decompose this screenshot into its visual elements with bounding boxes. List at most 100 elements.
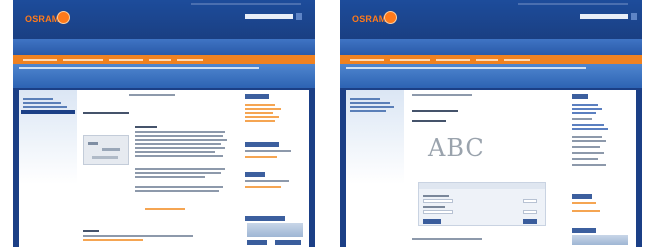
top-links[interactable]	[191, 3, 301, 5]
right-sidebar	[245, 90, 307, 247]
page-content	[19, 90, 309, 247]
sidebar-item[interactable]	[350, 110, 386, 112]
box-title	[572, 194, 592, 199]
text-line	[572, 136, 602, 138]
text-line	[135, 131, 225, 133]
form-field[interactable]	[523, 210, 537, 214]
header-bar: OSRAM	[13, 0, 315, 40]
header-banner	[340, 39, 642, 55]
text-line	[83, 235, 193, 237]
left-sidebar	[346, 90, 404, 247]
text-line	[135, 172, 221, 174]
nav-item[interactable]	[109, 58, 143, 61]
osram-logo[interactable]: OSRAM	[352, 14, 387, 24]
diagram-part	[88, 142, 98, 145]
text-line	[135, 135, 223, 137]
box-title	[245, 94, 269, 99]
form-field[interactable]	[423, 210, 453, 214]
submit-button[interactable]	[423, 219, 441, 224]
main-column	[81, 90, 241, 247]
sidebar-item[interactable]	[350, 102, 390, 104]
text-line	[135, 139, 227, 141]
page-meta	[129, 94, 175, 96]
text-line	[135, 155, 223, 157]
text-line	[245, 150, 291, 152]
sidebar-link[interactable]	[572, 112, 596, 114]
header-bar: OSRAM	[340, 0, 642, 40]
search-button[interactable]	[296, 13, 302, 20]
sidebar-link[interactable]	[572, 210, 600, 212]
text-line	[572, 118, 592, 120]
sidebar-link[interactable]	[245, 104, 275, 106]
left-sidebar	[19, 90, 77, 247]
sidebar-link[interactable]	[572, 104, 598, 106]
section-heading	[412, 120, 446, 122]
box-title	[572, 228, 596, 233]
sidebar-item[interactable]	[23, 102, 61, 104]
sidebar-link[interactable]	[572, 108, 602, 110]
nav-item[interactable]	[350, 58, 384, 61]
sidebar-link[interactable]	[245, 186, 281, 188]
text-line	[572, 158, 598, 160]
text-line	[135, 151, 215, 153]
breadcrumb[interactable]	[346, 67, 586, 69]
sidebar-item[interactable]	[350, 98, 380, 100]
search-input[interactable]	[580, 14, 628, 19]
sidebar-link[interactable]	[245, 116, 279, 118]
nav-item[interactable]	[390, 58, 430, 61]
nav-item[interactable]	[476, 58, 498, 61]
sidebar-item-active[interactable]	[21, 110, 75, 114]
text-line	[135, 190, 219, 192]
text-line	[135, 147, 225, 149]
sidebar-link[interactable]	[572, 128, 608, 130]
breadcrumb[interactable]	[19, 67, 259, 69]
text-line	[135, 168, 225, 170]
sidebar-item[interactable]	[23, 106, 67, 108]
search-input[interactable]	[245, 14, 293, 19]
nav-item[interactable]	[149, 58, 171, 61]
form-field[interactable]	[523, 199, 537, 203]
nav-item[interactable]	[23, 58, 57, 61]
text-line	[572, 152, 604, 154]
field-label	[423, 206, 445, 208]
promo-button[interactable]	[247, 240, 267, 245]
box-title	[245, 216, 285, 221]
sidebar-link[interactable]	[245, 120, 275, 122]
nav-item[interactable]	[436, 58, 470, 61]
sidebar-item[interactable]	[350, 106, 394, 108]
sidebar-link[interactable]	[245, 156, 277, 158]
sidebar-link[interactable]	[245, 112, 273, 114]
diagram-part	[102, 148, 120, 151]
sidebar-link[interactable]	[572, 202, 596, 204]
osram-logo-icon	[384, 11, 397, 24]
box-title	[245, 172, 265, 177]
promo-image[interactable]	[572, 235, 628, 245]
form-field[interactable]	[423, 199, 453, 203]
article-diagram	[83, 135, 129, 165]
top-links[interactable]	[518, 3, 628, 5]
footer-text	[412, 238, 482, 240]
search-button[interactable]	[631, 13, 637, 20]
form-header	[419, 183, 545, 189]
nav-item[interactable]	[63, 58, 103, 61]
nav-item[interactable]	[177, 58, 203, 61]
section-heading	[83, 230, 99, 232]
text-line	[245, 180, 289, 182]
field-label	[423, 195, 449, 197]
article-link[interactable]	[145, 208, 185, 210]
text-line	[572, 164, 606, 166]
sidebar-link[interactable]	[572, 124, 604, 126]
header-banner	[13, 39, 315, 55]
sidebar-link[interactable]	[245, 108, 281, 110]
reset-button[interactable]	[523, 219, 537, 224]
nav-item[interactable]	[504, 58, 530, 61]
article-heading	[135, 126, 157, 128]
box-title	[245, 142, 279, 147]
main-nav	[340, 55, 642, 64]
footer-link[interactable]	[83, 239, 143, 241]
osram-logo[interactable]: OSRAM	[25, 14, 60, 24]
sidebar-item[interactable]	[23, 98, 53, 100]
promo-image[interactable]	[247, 223, 303, 237]
captcha-text: ABC	[428, 134, 485, 162]
promo-button[interactable]	[275, 240, 301, 245]
